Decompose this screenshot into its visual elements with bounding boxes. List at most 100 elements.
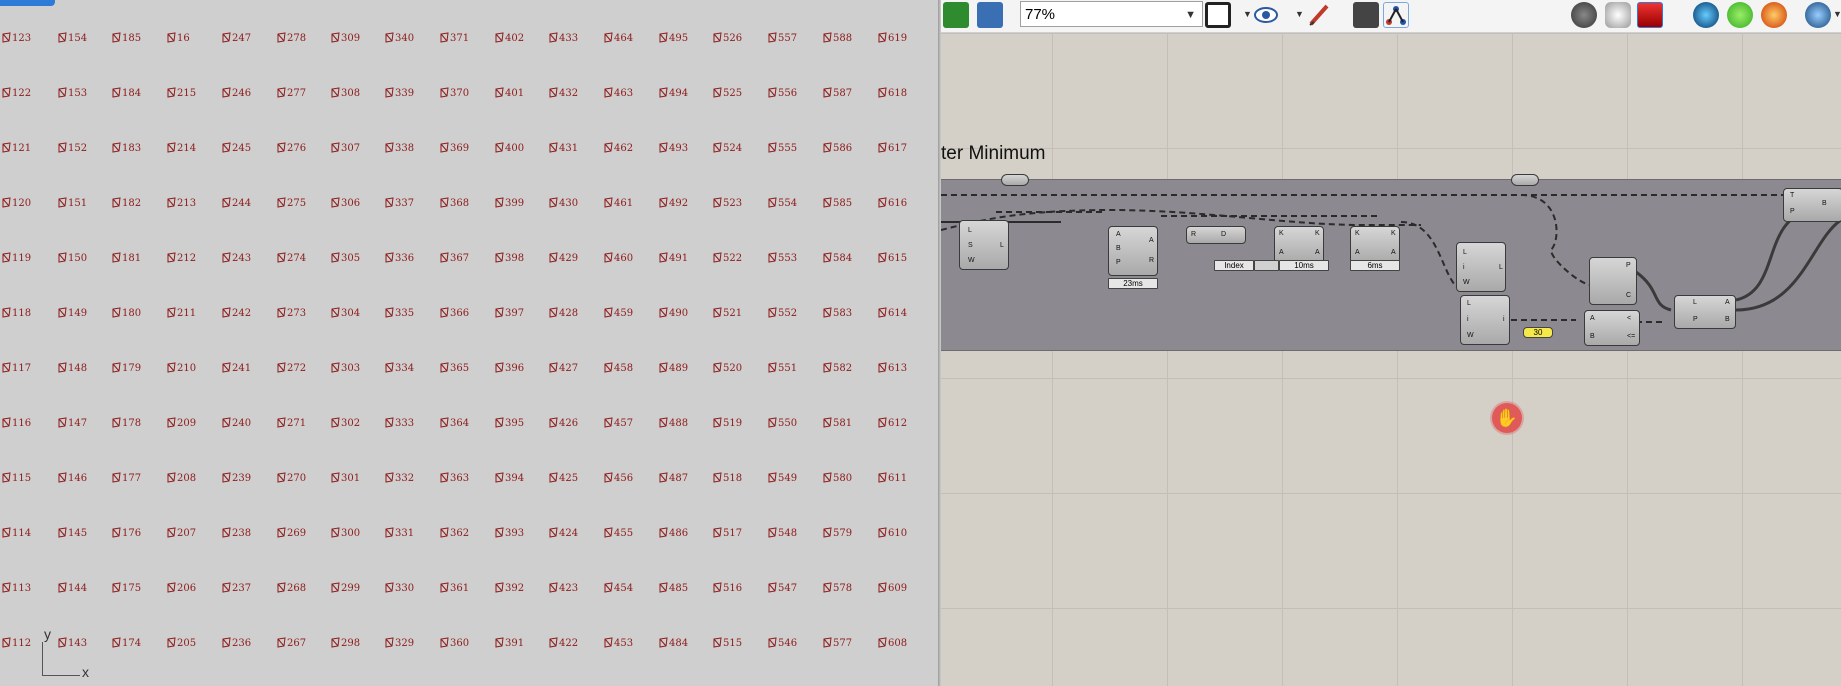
output-pin[interactable]: D [1221, 231, 1226, 238]
point-label-text: 580 [833, 473, 853, 484]
chevron-down-icon[interactable]: ▼ [1295, 9, 1304, 19]
preview-shaded-icon[interactable] [1605, 2, 1631, 28]
input-pin[interactable]: W [968, 257, 975, 264]
input-pin[interactable]: B [1590, 333, 1595, 340]
input-pin[interactable]: R [1191, 231, 1196, 238]
output-pin[interactable]: C [1626, 292, 1631, 299]
index-slider[interactable] [1254, 260, 1279, 271]
point-marker-icon [385, 307, 394, 318]
output-pin[interactable]: B [1822, 200, 1827, 207]
sort-list-component[interactable]: K A K A [1274, 226, 1324, 264]
point-label: 332 [385, 472, 414, 484]
output-pin[interactable]: K [1391, 230, 1396, 237]
zoom-extents-icon[interactable] [1205, 2, 1231, 28]
point-marker-icon [58, 87, 67, 98]
cull-pattern-component[interactable]: L P A B [1674, 295, 1736, 329]
input-pin[interactable]: L [968, 227, 972, 234]
input-pin[interactable]: P [1790, 208, 1795, 215]
input-pin[interactable]: L [1463, 249, 1467, 256]
material-sphere-icon[interactable] [1805, 2, 1831, 28]
point-label-text: 453 [614, 638, 634, 649]
output-pin[interactable]: i [1503, 316, 1505, 323]
smaller-than-component[interactable]: A B < <= [1584, 310, 1640, 346]
list-item-component[interactable]: L i W i [1460, 295, 1510, 345]
input-pin[interactable]: K [1355, 230, 1360, 237]
relay-node[interactable] [1001, 174, 1029, 186]
input-pin[interactable]: T [1790, 192, 1794, 199]
output-pin[interactable]: R [1149, 257, 1154, 264]
point-marker-icon [549, 362, 558, 373]
point-label-text: 147 [68, 418, 88, 429]
preview-selected-icon[interactable] [1637, 2, 1663, 28]
input-pin[interactable]: A [1590, 315, 1595, 322]
vector-angle-component[interactable]: A B P A R [1108, 226, 1158, 276]
output-pin[interactable]: K [1315, 230, 1320, 237]
output-pin[interactable]: A [1315, 249, 1320, 256]
input-pin[interactable]: W [1463, 279, 1470, 286]
input-pin[interactable]: B [1116, 245, 1121, 252]
relay-node[interactable] [1511, 174, 1539, 186]
input-pin[interactable]: A [1279, 249, 1284, 256]
preview-eye-icon[interactable] [1253, 2, 1279, 28]
input-pin[interactable]: P [1116, 259, 1121, 266]
cluster-icon[interactable] [1383, 2, 1409, 28]
point-label-text: 246 [232, 88, 252, 99]
chevron-down-icon[interactable]: ▼ [1243, 9, 1252, 19]
input-pin[interactable]: A [1355, 249, 1360, 256]
output-pin[interactable]: A [1725, 299, 1730, 306]
point-label-text: 176 [122, 528, 142, 539]
point-label-text: 490 [669, 308, 689, 319]
material-orange-icon[interactable] [1761, 2, 1787, 28]
input-pin[interactable]: K [1279, 230, 1284, 237]
input-pin[interactable]: L [1467, 300, 1471, 307]
point-marker-icon [277, 32, 286, 43]
point-label-text: 117 [12, 363, 32, 374]
point-marker-icon [2, 637, 11, 648]
point-marker-icon [385, 362, 394, 373]
sort-list-component[interactable]: K A K A [1350, 226, 1400, 264]
output-pin[interactable]: <= [1627, 333, 1635, 340]
input-pin[interactable]: S [968, 242, 973, 249]
input-pin[interactable]: A [1116, 231, 1121, 238]
component-group[interactable]: L S W L A B P A R 23ms R D K A K A Index… [941, 174, 1841, 351]
tree-component[interactable]: T P B [1783, 188, 1841, 222]
output-pin[interactable]: A [1391, 249, 1396, 256]
point-label-text: 276 [287, 143, 307, 154]
point-label: 121 [2, 142, 31, 154]
output-pin[interactable]: L [1499, 264, 1503, 271]
chevron-down-icon[interactable]: ▼ [1833, 9, 1841, 19]
point-label-text: 614 [888, 308, 908, 319]
list-item-component[interactable]: L i W L [1456, 242, 1506, 292]
input-pin[interactable]: P [1693, 316, 1698, 323]
zoom-select[interactable]: 77% ▼ [1020, 1, 1203, 27]
save-file-icon[interactable] [977, 2, 1003, 28]
material-blue-icon[interactable] [1693, 2, 1719, 28]
point-label: 401 [495, 87, 524, 99]
output-pin[interactable]: L [1000, 242, 1004, 249]
output-pin[interactable]: P [1626, 262, 1631, 269]
number-panel[interactable]: 30 [1523, 327, 1553, 338]
material-green-icon[interactable] [1727, 2, 1753, 28]
open-file-icon[interactable] [943, 2, 969, 28]
rhino-viewport[interactable]: 123 154 185 16 247 278 309 340 371 402 433 464 495 52… [0, 0, 940, 686]
point-label-text: 240 [232, 418, 252, 429]
input-pin[interactable]: W [1467, 332, 1474, 339]
degrees-component[interactable]: R D [1186, 226, 1246, 244]
input-pin[interactable]: i [1463, 264, 1465, 271]
chevron-down-icon: ▼ [1185, 9, 1196, 21]
closest-point-component[interactable]: P C [1589, 257, 1637, 305]
list-length-component[interactable]: L S W L [959, 220, 1009, 270]
solver-icon[interactable] [1353, 2, 1379, 28]
output-pin[interactable]: B [1725, 316, 1730, 323]
point-label-text: 330 [395, 583, 415, 594]
point-marker-icon [277, 87, 286, 98]
sketch-pen-icon[interactable] [1307, 2, 1333, 28]
output-pin[interactable]: < [1627, 315, 1631, 322]
preview-wire-icon[interactable] [1571, 2, 1597, 28]
output-pin[interactable]: A [1149, 237, 1154, 244]
point-label: 338 [385, 142, 414, 154]
input-pin[interactable]: L [1693, 299, 1697, 306]
input-pin[interactable]: i [1467, 316, 1469, 323]
viewport-tab[interactable] [0, 0, 55, 6]
point-label-text: 460 [614, 253, 634, 264]
